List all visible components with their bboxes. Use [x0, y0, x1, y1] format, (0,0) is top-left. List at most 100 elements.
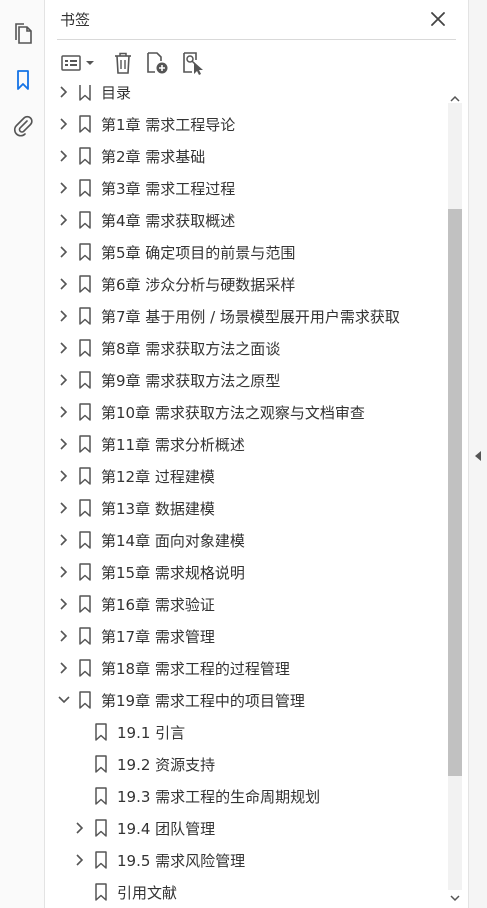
chevron-right-icon[interactable]	[57, 405, 71, 419]
bookmark-item[interactable]: 第16章 需求验证	[45, 588, 445, 620]
chevron-right-icon[interactable]	[57, 85, 71, 99]
chevron-right-icon[interactable]	[57, 565, 71, 579]
bookmark-label: 19.2 资源支持	[117, 756, 216, 774]
bookmark-label: 19.4 团队管理	[117, 820, 216, 838]
bookmark-item[interactable]: 第1章 需求工程导论	[45, 108, 445, 140]
chevron-right-icon[interactable]	[57, 277, 71, 291]
bookmarks-window: 书签 目录 第1章 需求工程导论 第2章 需求基础 第3章 需求工程过程 第4章…	[0, 0, 487, 908]
chevron-right-icon[interactable]	[73, 853, 87, 867]
bookmark-label: 第12章 过程建模	[101, 468, 215, 486]
bookmark-label: 第9章 需求获取方法之原型	[101, 372, 281, 390]
chevron-right-icon[interactable]	[57, 341, 71, 355]
panel-title: 书签	[60, 11, 91, 29]
delete-icon	[115, 52, 131, 74]
bookmark-label: 第14章 面向对象建模	[101, 532, 245, 550]
options-menu-button[interactable]	[59, 48, 97, 78]
bookmark-icon	[95, 787, 107, 805]
bookmark-label: 第4章 需求获取概述	[101, 212, 236, 230]
scroll-thumb[interactable]	[448, 209, 462, 776]
chevron-right-icon[interactable]	[57, 213, 71, 227]
page-thumbnails-button[interactable]	[6, 17, 39, 50]
navigation-rail	[0, 0, 45, 908]
vertical-scrollbar[interactable]	[445, 85, 465, 908]
chevron-right-icon[interactable]	[57, 469, 71, 483]
bookmark-item[interactable]: 19.3 需求工程的生命周期规划	[45, 780, 445, 812]
bookmark-item[interactable]: 第4章 需求获取概述	[45, 204, 445, 236]
scroll-down-button[interactable]	[448, 890, 462, 906]
bookmark-icon	[79, 499, 91, 517]
bookmark-label: 第8章 需求获取方法之面谈	[101, 340, 281, 358]
delete-bookmark-button[interactable]	[111, 48, 135, 78]
bookmark-icon	[79, 243, 91, 261]
bookmark-item[interactable]: 第7章 基于用例 / 场景模型展开用户需求获取	[45, 300, 445, 332]
bookmark-label: 目录	[101, 85, 132, 102]
collapse-panel-button[interactable]	[472, 446, 484, 466]
bookmark-item[interactable]: 19.4 团队管理	[45, 812, 445, 844]
chevron-right-icon[interactable]	[57, 181, 71, 195]
chevron-right-icon[interactable]	[57, 245, 71, 259]
triangle-left-icon	[475, 451, 481, 461]
bookmark-item[interactable]: 第11章 需求分析概述	[45, 428, 445, 460]
chevron-right-icon[interactable]	[57, 501, 71, 515]
chevron-right-icon[interactable]	[57, 309, 71, 323]
chevron-right-icon[interactable]	[57, 597, 71, 611]
bookmark-item[interactable]: 第14章 面向对象建模	[45, 524, 445, 556]
panel-collapse-strip	[468, 0, 487, 908]
bookmark-item[interactable]: 第5章 确定项目的前景与范围	[45, 236, 445, 268]
bookmark-icon	[79, 531, 91, 549]
bookmark-icon	[79, 85, 91, 101]
bookmark-icon	[79, 659, 91, 677]
chevron-right-icon[interactable]	[57, 437, 71, 451]
find-bookmark-button[interactable]	[180, 48, 206, 78]
bookmark-item[interactable]: 第3章 需求工程过程	[45, 172, 445, 204]
close-icon	[431, 12, 445, 26]
bookmark-label: 第11章 需求分析概述	[101, 436, 245, 454]
new-bookmark-button[interactable]	[144, 48, 170, 78]
scroll-track[interactable]	[448, 103, 462, 890]
chevron-right-icon[interactable]	[57, 117, 71, 131]
attachment-icon	[13, 115, 33, 136]
panel-header: 书签	[45, 0, 468, 38]
chevron-down-icon[interactable]	[57, 693, 71, 707]
bookmark-item[interactable]: 19.5 需求风险管理	[45, 844, 445, 876]
chevron-right-icon[interactable]	[57, 149, 71, 163]
bookmark-icon	[95, 883, 107, 901]
bookmark-item[interactable]: 19.1 引言	[45, 716, 445, 748]
bookmark-item[interactable]: 第2章 需求基础	[45, 140, 445, 172]
bookmark-icon	[79, 691, 91, 709]
chevron-right-icon[interactable]	[57, 629, 71, 643]
bookmark-item[interactable]: 19.2 资源支持	[45, 748, 445, 780]
bookmark-item[interactable]: 第10章 需求获取方法之观察与文档审查	[45, 396, 445, 428]
bookmark-item[interactable]: 第18章 需求工程的过程管理	[45, 652, 445, 684]
bookmark-icon	[79, 595, 91, 613]
chevron-right-icon[interactable]	[57, 373, 71, 387]
bookmark-item[interactable]: 引用文献	[45, 876, 445, 908]
bookmark-label: 第2章 需求基础	[101, 148, 206, 166]
chevron-right-icon[interactable]	[57, 533, 71, 547]
bookmark-icon	[79, 211, 91, 229]
bookmark-item[interactable]: 第6章 涉众分析与硬数据采样	[45, 268, 445, 300]
bookmark-item[interactable]: 第17章 需求管理	[45, 620, 445, 652]
pages-icon	[14, 22, 32, 44]
bookmark-item[interactable]: 第19章 需求工程中的项目管理	[45, 684, 445, 716]
bookmark-item[interactable]: 第15章 需求规格说明	[45, 556, 445, 588]
bookmark-item[interactable]: 第9章 需求获取方法之原型	[45, 364, 445, 396]
bookmark-icon	[79, 275, 91, 293]
bookmark-item[interactable]: 目录	[45, 85, 445, 108]
bookmarks-button[interactable]	[6, 63, 39, 96]
attachments-button[interactable]	[6, 108, 39, 141]
bookmark-icon	[79, 339, 91, 357]
chevron-right-icon[interactable]	[57, 661, 71, 675]
bookmark-icon	[16, 69, 29, 90]
bookmark-label: 第17章 需求管理	[101, 628, 215, 646]
bookmark-item[interactable]: 第8章 需求获取方法之面谈	[45, 332, 445, 364]
bookmark-icon	[95, 723, 107, 741]
bookmark-item[interactable]: 第13章 数据建模	[45, 492, 445, 524]
chevron-right-icon[interactable]	[73, 821, 87, 835]
bookmark-icon	[79, 371, 91, 389]
bookmark-label: 第10章 需求获取方法之观察与文档审查	[101, 404, 365, 422]
bookmark-icon	[79, 563, 91, 581]
bookmark-label: 第19章 需求工程中的项目管理	[101, 692, 305, 710]
bookmark-item[interactable]: 第12章 过程建模	[45, 460, 445, 492]
close-panel-button[interactable]	[425, 6, 451, 32]
